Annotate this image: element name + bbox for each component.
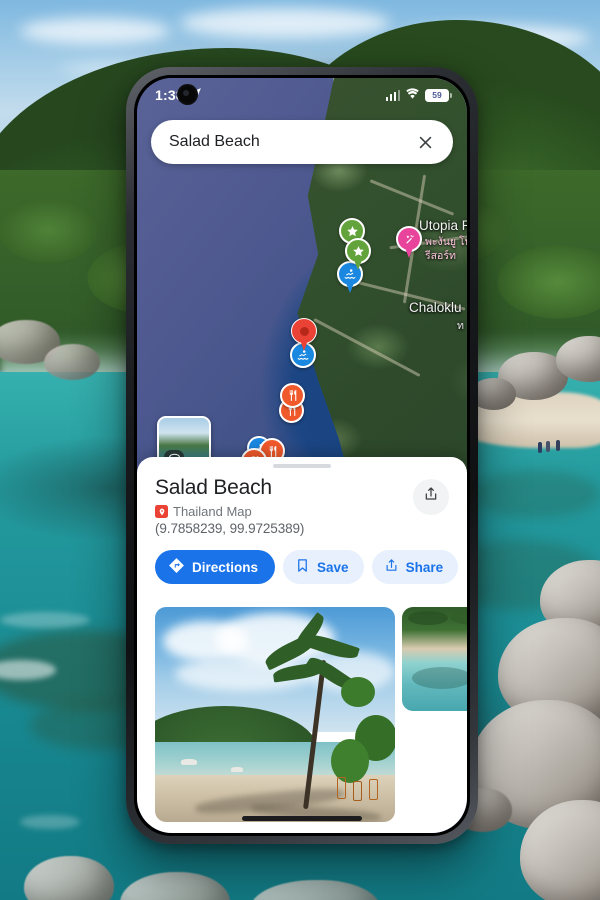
map-label-utopia: Utopia R [419, 218, 467, 233]
front-camera-punch-hole [177, 84, 198, 105]
map-label-chaloklum: Chaloklu [409, 300, 462, 315]
restaurant-icon [266, 445, 279, 458]
background-cloud [180, 8, 390, 38]
photo-reef [412, 667, 467, 689]
place-detail-sheet: Salad Beach Thailand Map (9.7858239, 99.… [137, 457, 467, 833]
photo-gallery[interactable] [137, 607, 467, 833]
share-button-circle[interactable] [413, 478, 449, 515]
background-boulder [44, 344, 100, 380]
background-person [556, 440, 560, 451]
share-button[interactable]: Share [371, 550, 459, 585]
wifi-icon [405, 86, 420, 104]
gallery-photo-side-1[interactable] [402, 607, 467, 711]
place-text-block: Salad Beach Thailand Map (9.7858239, 99.… [155, 475, 305, 537]
save-label: Save [317, 559, 349, 575]
photo-beach-chair [369, 779, 378, 800]
directions-button[interactable]: Directions [155, 550, 276, 585]
map-pin-badge-icon [155, 505, 168, 519]
pin-tail [299, 337, 309, 351]
map-marker-saved-2[interactable] [345, 238, 371, 271]
home-indicator[interactable] [242, 816, 362, 821]
marker-tip [405, 248, 413, 258]
background-cloud [20, 18, 170, 44]
photo-longtail-boat [181, 759, 197, 765]
map-label-utopia-thai2: รีสอร์ท [425, 250, 456, 262]
map-label-utopia-thai: พะงันยู โทเ [425, 236, 467, 248]
map-marker-restaurant-1[interactable] [280, 383, 305, 408]
share-icon [384, 558, 399, 576]
phone-bezel: Utopia R พะงันยู โทเ รีสอร์ท Chaloklu ท [134, 75, 470, 836]
place-coordinates: (9.7858239, 99.9725389) [155, 521, 305, 537]
map-pin-salad-beach[interactable] [291, 318, 317, 352]
place-info: Salad Beach Thailand Map (9.7858239, 99.… [137, 468, 467, 585]
background-person [546, 441, 550, 452]
share-label: Share [405, 559, 444, 575]
save-button[interactable]: Save [283, 550, 364, 585]
background-reef [470, 470, 600, 518]
photo-hillside [408, 611, 448, 625]
photo-foliage [341, 677, 375, 707]
bookmark-icon [295, 558, 310, 576]
cellular-signal-icon [385, 89, 400, 101]
place-source: Thailand Map [155, 504, 304, 519]
directions-icon [168, 557, 185, 577]
search-input[interactable]: Salad Beach [169, 133, 260, 151]
battery-level: 59 [432, 89, 442, 100]
phone-screen: Utopia R พะงันยู โทเ รีสอร์ท Chaloklu ท [137, 78, 467, 833]
battery-indicator: 59 [425, 88, 452, 102]
background-foam [20, 815, 80, 829]
map-marker-resort-1[interactable] [396, 226, 422, 259]
marker-tip [346, 283, 354, 293]
close-icon[interactable] [413, 130, 437, 154]
place-header-row: Salad Beach Thailand Map (9.7858239, 99.… [155, 475, 449, 537]
search-bar[interactable]: Salad Beach [151, 120, 453, 164]
phone-device: Utopia R พะงันยู โทเ รีสอร์ท Chaloklu ท [126, 67, 478, 844]
share-icon [423, 486, 439, 507]
status-bar-right: 59 [385, 86, 452, 104]
map-label-chaloklum-thai: ท [457, 320, 464, 332]
place-source-label: Thailand Map [173, 504, 252, 520]
gallery-photo-main[interactable] [155, 607, 395, 822]
page-title: Salad Beach [155, 475, 272, 499]
photo-foliage [331, 739, 369, 783]
directions-label: Directions [192, 559, 259, 575]
background-person [538, 442, 542, 453]
place-action-buttons: Directions Save Share [155, 550, 459, 585]
background-foam [0, 612, 90, 628]
photo-longtail-boat [231, 767, 243, 772]
restaurant-icon [286, 389, 299, 402]
marker-tip [354, 260, 362, 270]
photo-beach-chair [353, 781, 362, 801]
photo-beach-chair [337, 777, 346, 799]
